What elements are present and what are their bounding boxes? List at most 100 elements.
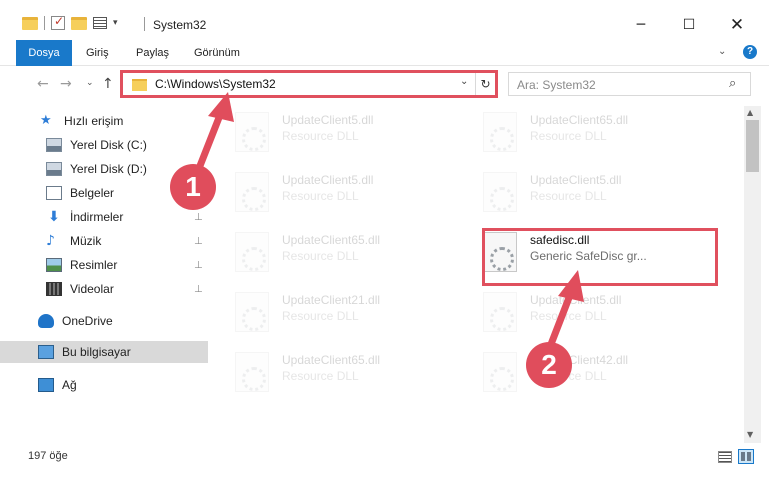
- forward-button[interactable]: →: [60, 76, 72, 92]
- dll-file-icon: [235, 112, 269, 152]
- file-name: UpdateClient21.dll: [282, 293, 381, 307]
- file-name: UpdateClient65.dll: [530, 113, 629, 127]
- properties-check-icon[interactable]: [51, 14, 65, 30]
- address-highlight-box: [120, 70, 498, 98]
- window-title: System32: [153, 18, 207, 32]
- file-highlight-box: [482, 228, 718, 286]
- sidebar-item-local-disk-c[interactable]: Yerel Disk (C:): [0, 134, 208, 156]
- quick-access-toolbar: ▾: [22, 14, 118, 30]
- new-folder-icon[interactable]: [71, 16, 87, 30]
- back-button[interactable]: ←: [37, 76, 49, 92]
- sidebar-item-onedrive[interactable]: OneDrive: [0, 310, 208, 332]
- search-placeholder: Ara: System32: [517, 78, 596, 92]
- star-icon: ★: [40, 113, 52, 128]
- sidebar-item-quick-access[interactable]: ★ Hızlı erişim: [0, 110, 208, 132]
- music-icon: ♪: [46, 233, 55, 249]
- search-icon[interactable]: ⌕: [729, 76, 736, 91]
- tab-view[interactable]: Görünüm: [182, 40, 252, 66]
- pin-icon[interactable]: ⊥: [194, 212, 203, 223]
- navigation-bar: ← → ⌄ ↑ C:\Windows\System32 ⌄ ↻ Ara: Sys…: [0, 66, 769, 106]
- file-description: Resource DLL: [530, 189, 607, 203]
- file-name: UpdateClient5.dll: [530, 173, 622, 187]
- sidebar-item-videos[interactable]: Videolar ⊥: [0, 278, 208, 300]
- tab-share[interactable]: Paylaş: [124, 40, 181, 66]
- dll-file-icon: [235, 172, 269, 212]
- help-icon[interactable]: ?: [743, 45, 757, 59]
- toolbar-separator: [44, 16, 45, 30]
- file-list: UpdateClient5.dll Resource DLL UpdateCli…: [210, 106, 744, 443]
- file-tile[interactable]: UpdateClient21.dll Resource DLL: [210, 286, 450, 340]
- callout-badge-2: 2: [526, 342, 572, 388]
- sidebar-item-downloads[interactable]: ⬇ İndirmeler ⊥: [0, 206, 208, 228]
- sidebar-item-label: Yerel Disk (C:): [70, 138, 147, 152]
- pin-icon[interactable]: ⊥: [194, 284, 203, 295]
- file-tile[interactable]: UpdateClient5.dll Resource DLL: [458, 286, 698, 340]
- pin-icon[interactable]: ⊥: [194, 236, 203, 247]
- title-bar: ▾ System32 ─ ☐ ✕: [0, 0, 769, 40]
- vertical-scrollbar[interactable]: ▲ ▼: [744, 106, 761, 443]
- drive-icon: [46, 162, 62, 176]
- recent-locations-chevron-icon[interactable]: ⌄: [86, 78, 94, 88]
- navigation-pane: ★ Hızlı erişim Yerel Disk (C:) Yerel Dis…: [0, 106, 210, 443]
- file-tile[interactable]: UpdateClient5.dll Resource DLL: [210, 106, 450, 160]
- sidebar-item-label: Bu bilgisayar: [62, 345, 131, 359]
- pin-icon[interactable]: ⊥: [194, 260, 203, 271]
- computer-icon: [38, 345, 54, 359]
- file-description: Resource DLL: [530, 129, 607, 143]
- videos-icon: [46, 282, 62, 296]
- file-name: UpdateClient5.dll: [282, 113, 374, 127]
- dll-file-icon: [483, 112, 517, 152]
- customize-toolbar-chevron-icon[interactable]: ▾: [113, 18, 118, 28]
- maximize-button[interactable]: ☐: [666, 12, 712, 38]
- file-tile[interactable]: UpdateClient65.dll Resource DLL: [210, 226, 450, 280]
- scroll-thumb[interactable]: [746, 120, 759, 172]
- network-icon: [38, 378, 54, 392]
- properties-icon[interactable]: [93, 17, 107, 29]
- tab-file[interactable]: Dosya: [16, 40, 72, 66]
- file-name: UpdateClient5.dll: [282, 173, 374, 187]
- scroll-up-arrow-icon[interactable]: ▲: [747, 108, 753, 117]
- sidebar-item-music[interactable]: ♪ Müzik ⊥: [0, 230, 208, 252]
- sidebar-item-label: Hızlı erişim: [64, 114, 124, 128]
- file-tile[interactable]: UpdateClient65.dll Resource DLL: [210, 346, 450, 400]
- tab-home[interactable]: Giriş: [74, 40, 121, 66]
- sidebar-item-pictures[interactable]: Resimler ⊥: [0, 254, 208, 276]
- file-tile[interactable]: UpdateClient65.dll Resource DLL: [458, 106, 698, 160]
- file-tile[interactable]: UpdateClient5.dll Resource DLL: [458, 166, 698, 220]
- downloads-icon: ⬇: [48, 209, 60, 225]
- pictures-icon: [46, 258, 62, 272]
- up-button[interactable]: ↑: [102, 76, 114, 92]
- tiles-view-icon[interactable]: [738, 449, 754, 464]
- scroll-down-arrow-icon[interactable]: ▼: [747, 430, 753, 439]
- details-view-icon[interactable]: [718, 451, 732, 463]
- dll-file-icon: [483, 172, 517, 212]
- sidebar-item-network[interactable]: Ağ: [0, 374, 208, 396]
- sidebar-item-label: Müzik: [70, 234, 102, 248]
- file-tile[interactable]: UpdateClient42.dll Resource DLL: [458, 346, 698, 400]
- close-button[interactable]: ✕: [714, 12, 760, 38]
- sidebar-item-label: Ağ: [62, 378, 77, 392]
- file-name: UpdateClient5.dll: [530, 293, 622, 307]
- sidebar-item-label: Resimler: [70, 258, 118, 272]
- dll-file-icon: [483, 292, 517, 332]
- sidebar-item-this-pc[interactable]: Bu bilgisayar: [0, 341, 208, 363]
- file-description: Resource DLL: [282, 369, 359, 383]
- file-tile[interactable]: UpdateClient5.dll Resource DLL: [210, 166, 450, 220]
- sidebar-item-label: OneDrive: [62, 314, 113, 328]
- dll-file-icon: [235, 232, 269, 272]
- search-input[interactable]: Ara: System32 ⌕: [508, 72, 751, 96]
- status-bar: 197 öğe: [0, 443, 769, 471]
- file-description: Resource DLL: [282, 249, 359, 263]
- folder-icon[interactable]: [22, 16, 38, 30]
- title-separator: [144, 17, 145, 31]
- file-description: Resource DLL: [282, 309, 359, 323]
- sidebar-item-label: Videolar: [70, 282, 114, 296]
- dll-file-icon: [235, 292, 269, 332]
- sidebar-item-label: Yerel Disk (D:): [70, 162, 147, 176]
- expand-ribbon-chevron-icon[interactable]: ⌄: [718, 46, 726, 57]
- item-count: 197 öğe: [28, 450, 68, 462]
- drive-icon: [46, 138, 62, 152]
- minimize-button[interactable]: ─: [618, 12, 664, 38]
- cloud-icon: [38, 314, 54, 328]
- sidebar-item-label: Belgeler: [70, 186, 115, 200]
